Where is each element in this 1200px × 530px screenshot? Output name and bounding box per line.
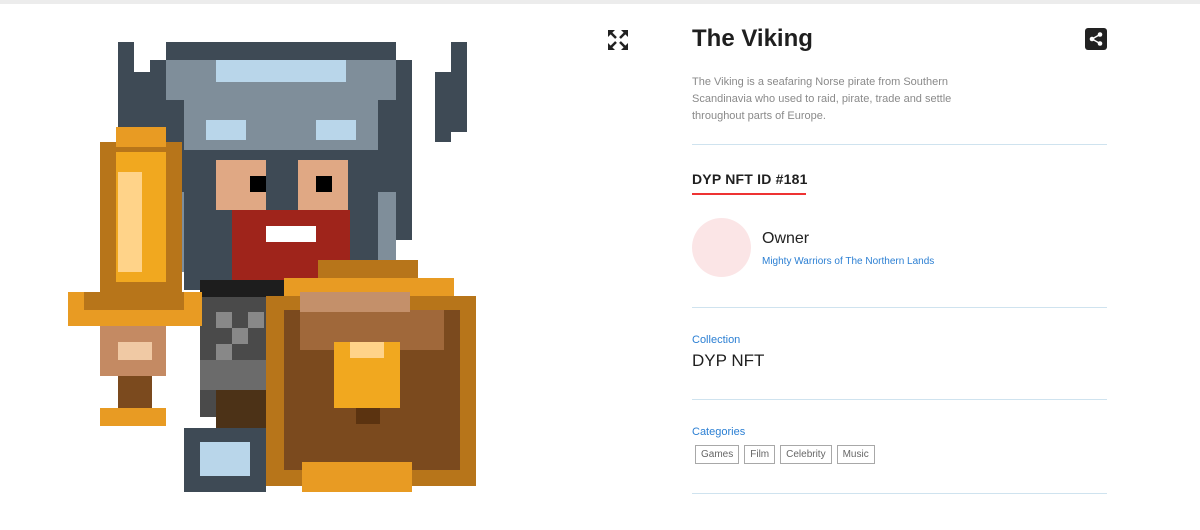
owner-avatar xyxy=(692,218,751,277)
categories-label: Categories xyxy=(692,426,746,438)
expand-icon[interactable] xyxy=(606,28,630,52)
category-tag-film[interactable]: Film xyxy=(744,445,776,464)
owner-label: Owner xyxy=(762,230,810,247)
share-icon[interactable] xyxy=(1085,28,1107,50)
nft-id-underline xyxy=(692,193,806,195)
category-tag-celebrity[interactable]: Celebrity xyxy=(780,445,832,464)
nft-description: The Viking is a seafaring Norse pirate f… xyxy=(692,76,952,122)
category-tag-games[interactable]: Games xyxy=(695,445,740,464)
nft-id: DYP NFT ID #181 xyxy=(692,171,808,187)
category-tags: Games Film Celebrity Music xyxy=(695,445,875,464)
divider xyxy=(692,493,1107,494)
collection-label: Collection xyxy=(692,334,741,346)
divider xyxy=(692,399,1107,400)
divider xyxy=(692,307,1107,308)
nft-image[interactable] xyxy=(66,42,496,494)
category-tag-music[interactable]: Music xyxy=(836,445,875,464)
owner-name-link[interactable]: Mighty Warriors of The Northern Lands xyxy=(762,256,934,267)
divider xyxy=(692,144,1107,145)
nft-details-panel: The Viking The Viking is a seafaring Nor… xyxy=(692,0,1107,530)
collection-value: DYP NFT xyxy=(692,351,765,370)
nft-title: The Viking xyxy=(692,25,813,52)
